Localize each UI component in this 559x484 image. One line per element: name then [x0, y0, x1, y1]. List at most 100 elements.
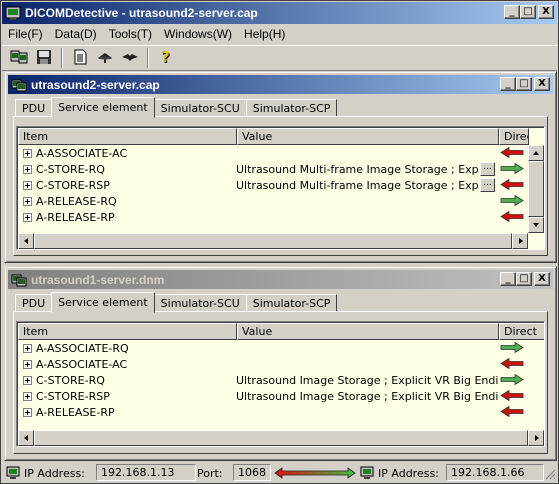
maximize-button[interactable]: □ [520, 5, 536, 19]
maximize-button[interactable]: □ [516, 272, 532, 286]
column-header-direction[interactable]: Direct [499, 323, 544, 340]
service-element-list[interactable]: Item Value Direct A-ASSOCIATE-RQ A-ASSOCI… [16, 321, 545, 447]
scroll-right-button[interactable] [512, 233, 528, 249]
arrow-left-icon [500, 389, 524, 404]
mdi-window-dnm: utrasound1-server.dnm _ □ X PDU Service … [4, 266, 557, 461]
mdi-titlebar[interactable]: utrasound2-server.cap _ □ X [8, 75, 553, 94]
scroll-thumb[interactable] [34, 233, 512, 249]
table-row[interactable]: A-RELEASE-RP [18, 404, 524, 420]
row-item: C-STORE-RQ [36, 373, 105, 387]
expand-plus-icon[interactable] [23, 196, 32, 206]
table-row[interactable]: A-ASSOCIATE-AC [18, 356, 524, 372]
open-capture-button[interactable] [8, 47, 30, 69]
table-row[interactable]: A-RELEASE-RQ [18, 193, 524, 209]
expand-plus-icon[interactable] [23, 212, 32, 222]
value-details-button[interactable]: ... [480, 178, 495, 192]
scroll-left-button[interactable] [18, 430, 34, 446]
table-row[interactable]: A-ASSOCIATE-RQ [18, 340, 524, 356]
network-bird-button[interactable] [119, 47, 141, 69]
expand-plus-icon[interactable] [23, 375, 32, 385]
tab-simulator-scu[interactable]: Simulator-SCU [153, 99, 247, 117]
expand-plus-icon[interactable] [23, 359, 32, 369]
scroll-right-button[interactable] [528, 430, 544, 446]
menu-bar: File(F) Data(D) Tools(T) Windows(W) Help… [2, 25, 557, 43]
app-titlebar[interactable]: DICOMDetective - utrasound2-server.cap _… [2, 2, 557, 24]
expand-plus-icon[interactable] [23, 407, 32, 417]
row-item: A-RELEASE-RP [36, 210, 115, 224]
close-button[interactable]: X [534, 77, 550, 91]
list-rows: A-ASSOCIATE-AC C-STORE-RQ Ultrasound Multi… [18, 145, 524, 225]
row-item: A-ASSOCIATE-AC [36, 357, 128, 371]
column-header-item[interactable]: Item [18, 323, 237, 340]
menu-tools[interactable]: Tools(T) [103, 27, 158, 41]
tab-service-element[interactable]: Service element [51, 97, 155, 118]
tab-simulator-scu[interactable]: Simulator-SCU [153, 294, 247, 312]
expand-plus-icon[interactable] [23, 391, 32, 401]
arrow-left-icon [500, 178, 524, 193]
remote-ip-value: 192.168.1.66 [451, 466, 525, 479]
resize-grip-icon[interactable] [545, 469, 556, 483]
tab-pdu[interactable]: PDU [15, 294, 53, 312]
table-row[interactable]: C-STORE-RQ Ultrasound Image Storage ; Exp… [18, 372, 524, 388]
local-ip-field: 192.168.1.13 [96, 464, 196, 481]
horizontal-scrollbar[interactable] [18, 233, 528, 249]
tab-service-element[interactable]: Service element [51, 292, 155, 313]
expand-plus-icon[interactable] [23, 148, 32, 158]
network-hat-button[interactable] [94, 47, 116, 69]
minimize-button[interactable]: _ [500, 272, 516, 286]
scroll-left-button[interactable] [18, 233, 34, 249]
save-button[interactable] [33, 47, 55, 69]
tab-strip: PDU Service element Simulator-SCU Simula… [15, 97, 338, 118]
table-row[interactable]: C-STORE-RQ Ultrasound Multi-frame Image S… [18, 161, 524, 177]
remote-ip-field: 192.168.1.66 [446, 464, 544, 481]
tab-simulator-scp[interactable]: Simulator-SCP [245, 99, 338, 117]
tab-pdu[interactable]: PDU [15, 99, 53, 117]
list-header: Item Value Direct [18, 128, 529, 145]
column-header-item[interactable]: Item [18, 128, 237, 145]
network-bird-icon [121, 48, 139, 69]
menu-windows[interactable]: Windows(W) [158, 27, 238, 41]
vertical-scrollbar[interactable] [528, 145, 544, 233]
value-details-button[interactable]: ... [480, 162, 495, 176]
service-element-list[interactable]: Item Value Direct A-ASSOCIATE-ACC-STORE-… [16, 126, 545, 250]
scroll-up-button[interactable] [528, 145, 544, 161]
column-header-value[interactable]: Value [237, 128, 499, 145]
horizontal-scrollbar[interactable] [18, 430, 544, 446]
expand-plus-icon[interactable] [23, 180, 32, 190]
save-icon [35, 48, 53, 69]
minimize-button[interactable]: _ [500, 77, 516, 91]
document-button[interactable] [69, 47, 91, 69]
row-item: A-ASSOCIATE-AC [36, 146, 128, 160]
minimize-button[interactable]: _ [504, 5, 520, 19]
column-header-value[interactable]: Value [237, 323, 499, 340]
document-icon [71, 48, 89, 69]
expand-plus-icon[interactable] [23, 343, 32, 353]
scroll-thumb[interactable] [528, 161, 544, 217]
menu-data[interactable]: Data(D) [49, 27, 103, 41]
capture-file-icon [11, 272, 27, 288]
computer-icon [6, 466, 20, 483]
help-button[interactable]: ?? [155, 47, 177, 69]
scroll-thumb[interactable] [34, 430, 528, 446]
scroll-down-button[interactable] [528, 217, 544, 233]
menu-help[interactable]: Help(H) [238, 27, 291, 41]
row-value: Ultrasound Multi-frame Image Storage ; E… [236, 162, 478, 176]
column-header-direction[interactable]: Direct [499, 128, 529, 145]
table-row[interactable]: C-STORE-RSP Ultrasound Image Storage ; Ex… [18, 388, 524, 404]
row-item: C-STORE-RSP [36, 389, 110, 403]
menu-file[interactable]: File(F) [2, 27, 49, 41]
table-row[interactable]: A-ASSOCIATE-AC [18, 145, 524, 161]
mdi-titlebar[interactable]: utrasound1-server.dnm _ □ X [8, 270, 553, 289]
row-item: C-STORE-RQ [36, 162, 105, 176]
tab-simulator-scp[interactable]: Simulator-SCP [245, 294, 338, 312]
port-value: 1068 [238, 466, 266, 479]
expand-plus-icon[interactable] [23, 164, 32, 174]
close-button[interactable]: X [534, 272, 550, 286]
app-title: DICOMDetective - utrasound2-server.cap [25, 6, 258, 20]
table-row[interactable]: A-RELEASE-RP [18, 209, 524, 225]
maximize-button[interactable]: □ [516, 77, 532, 91]
mdi-window-capture: utrasound2-server.cap _ □ X PDU Service … [4, 71, 557, 263]
table-row[interactable]: C-STORE-RSP Ultrasound Multi-frame Image … [18, 177, 524, 193]
close-button[interactable]: X [538, 5, 554, 19]
arrow-right-icon [519, 238, 523, 244]
